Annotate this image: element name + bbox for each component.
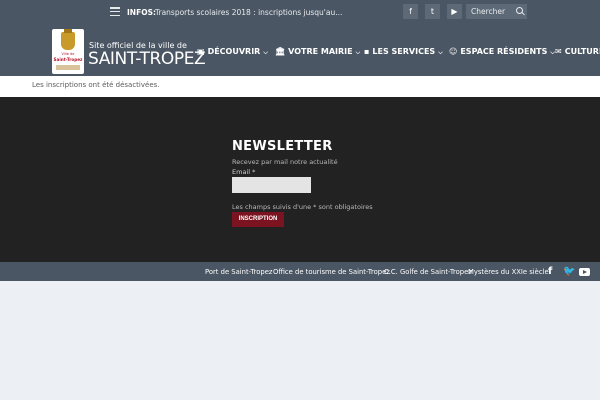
newsletter-title: NEWSLETTER [232, 139, 333, 154]
image-icon: ▣ [197, 47, 205, 56]
infos-ticker-link[interactable]: Transports scolaires 2018 : inscriptions… [155, 8, 342, 17]
youtube-icon[interactable] [579, 268, 590, 276]
site-title[interactable]: SAINT-TROPEZ [88, 49, 206, 69]
facebook-icon[interactable]: f [548, 266, 552, 277]
required-note: Les champs suivis d'une * sont obligatoi… [232, 203, 373, 211]
city-logo[interactable]: Ville de Saint-Tropez [52, 29, 84, 74]
user-icon: ☺ [449, 47, 458, 56]
search-box[interactable]: Chercher [466, 4, 527, 19]
youtube-icon[interactable]: ▶ [447, 4, 462, 19]
footer-link-mysteres[interactable]: Mystères du XXIe siècle [468, 268, 549, 276]
chevron-down-icon: ⌵ [355, 49, 361, 56]
search-input[interactable]: Chercher [471, 7, 505, 16]
crest-icon [61, 29, 75, 50]
menu-icon[interactable] [110, 7, 120, 17]
footer-bar: Port de Saint-Tropez Office de tourisme … [0, 262, 600, 281]
chevron-down-icon: ⌵ [438, 49, 443, 56]
footer-link-port[interactable]: Port de Saint-Tropez [205, 268, 272, 276]
footer-link-office-tourisme[interactable]: Office de tourisme de Saint-Tropez [273, 268, 390, 276]
email-field[interactable] [232, 177, 311, 193]
nav-label: LES SERVICES [372, 47, 436, 56]
logo-ville-de: Ville de [61, 52, 75, 56]
nav-item-les-services[interactable]: ▪ LES SERVICES ⌵ [364, 47, 443, 57]
nav-item-decouvrir[interactable]: ▣ DÉCOUVRIR ⌵ [197, 47, 268, 57]
nav-item-espace-residents[interactable]: ☺ ESPACE RÉSIDENTS ⌵ [449, 47, 555, 57]
chevron-down-icon: ⌵ [263, 49, 268, 56]
twitter-icon[interactable]: 🐦 [563, 266, 575, 277]
newsletter-section: NEWSLETTER Recevez par mail notre actual… [0, 97, 600, 262]
email-label: Email * [232, 168, 256, 176]
logo-banner [56, 65, 80, 70]
footer-link-cc-golfe[interactable]: C.C. Golfe de Saint-Tropez [384, 268, 472, 276]
newsletter-description: Recevez par mail notre actualité [232, 158, 338, 166]
building-icon: 🏛 [275, 47, 286, 56]
notice-strip: Les inscriptions ont été désactivées. [0, 76, 600, 97]
facebook-icon[interactable]: f [403, 4, 418, 19]
infos-label: INFOS: [127, 8, 156, 17]
subscribe-button[interactable]: INSCRIPTION [232, 212, 284, 227]
chat-icon: ✉ [555, 47, 562, 56]
nav-label: CULTURE [564, 47, 600, 56]
search-icon[interactable] [516, 7, 523, 14]
twitter-icon[interactable]: t [425, 4, 440, 19]
nav-label: DÉCOUVRIR [207, 47, 261, 56]
nav-item-votre-mairie[interactable]: 🏛 VOTRE MAIRIE ⌵ [275, 47, 360, 57]
top-bar: INFOS: Transports scolaires 2018 : inscr… [0, 0, 600, 24]
logo-name: Saint-Tropez [53, 57, 83, 62]
nav-item-culture[interactable]: ✉CULTURE [555, 47, 600, 56]
services-icon: ▪ [364, 47, 370, 56]
notice-text: Les inscriptions ont été désactivées. [32, 81, 160, 89]
nav-label: ESPACE RÉSIDENTS [460, 47, 548, 56]
nav-label: VOTRE MAIRIE [288, 47, 353, 56]
